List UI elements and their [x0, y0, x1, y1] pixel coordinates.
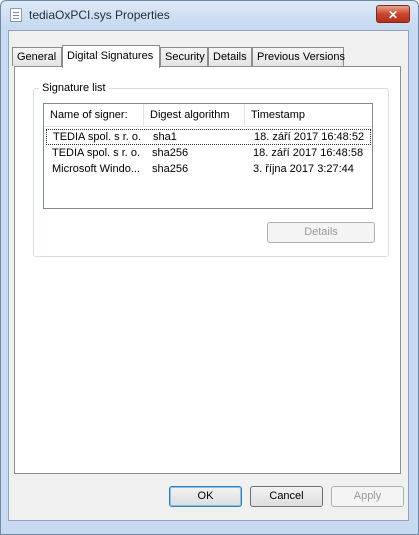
timestamp: 3. října 2017 3:27:44	[253, 163, 354, 175]
timestamp: 18. září 2017 16:48:52	[254, 131, 365, 143]
digest-algorithm: sha256	[152, 163, 189, 175]
tab-digital-signatures[interactable]: Digital Signatures	[62, 45, 160, 68]
title-bar[interactable]: tediaOxPCI.sys Properties ✕	[1, 1, 418, 29]
digest-algorithm: sha256	[152, 147, 189, 159]
digest-algorithm: sha1	[153, 131, 177, 143]
details-button[interactable]: Details	[267, 222, 375, 243]
window-title: tediaOxPCI.sys Properties	[29, 8, 170, 22]
tab-previous-versions[interactable]: Previous Versions	[252, 47, 345, 66]
list-header: Name of signer: Digest algorithm Timesta…	[44, 104, 372, 127]
signature-list[interactable]: Name of signer: Digest algorithm Timesta…	[43, 103, 373, 209]
column-header-signer[interactable]: Name of signer:	[44, 104, 144, 126]
signer-name: TEDIA spol. s r. o.	[52, 147, 141, 159]
ok-button[interactable]: OK	[169, 486, 242, 507]
tab-general[interactable]: General	[12, 47, 62, 66]
signer-name: TEDIA spol. s r. o.	[53, 131, 142, 143]
file-icon	[10, 8, 22, 22]
column-header-timestamp[interactable]: Timestamp	[245, 104, 372, 126]
signature-list-title: Signature list	[39, 82, 109, 94]
table-row[interactable]: TEDIA spol. s r. o. sha1 18. září 2017 1…	[46, 129, 371, 145]
timestamp: 18. září 2017 16:48:58	[253, 147, 364, 159]
tab-security[interactable]: Security	[160, 47, 208, 66]
cancel-button[interactable]: Cancel	[250, 486, 323, 507]
table-row[interactable]: Microsoft Windo... sha256 3. října 2017 …	[46, 162, 371, 178]
tab-details[interactable]: Details	[208, 47, 252, 66]
apply-button[interactable]: Apply	[331, 486, 404, 507]
signer-name: Microsoft Windo...	[52, 163, 141, 175]
table-row[interactable]: TEDIA spol. s r. o. sha256 18. září 2017…	[46, 146, 371, 162]
close-button[interactable]: ✕	[376, 5, 410, 23]
column-header-digest[interactable]: Digest algorithm	[144, 104, 245, 126]
